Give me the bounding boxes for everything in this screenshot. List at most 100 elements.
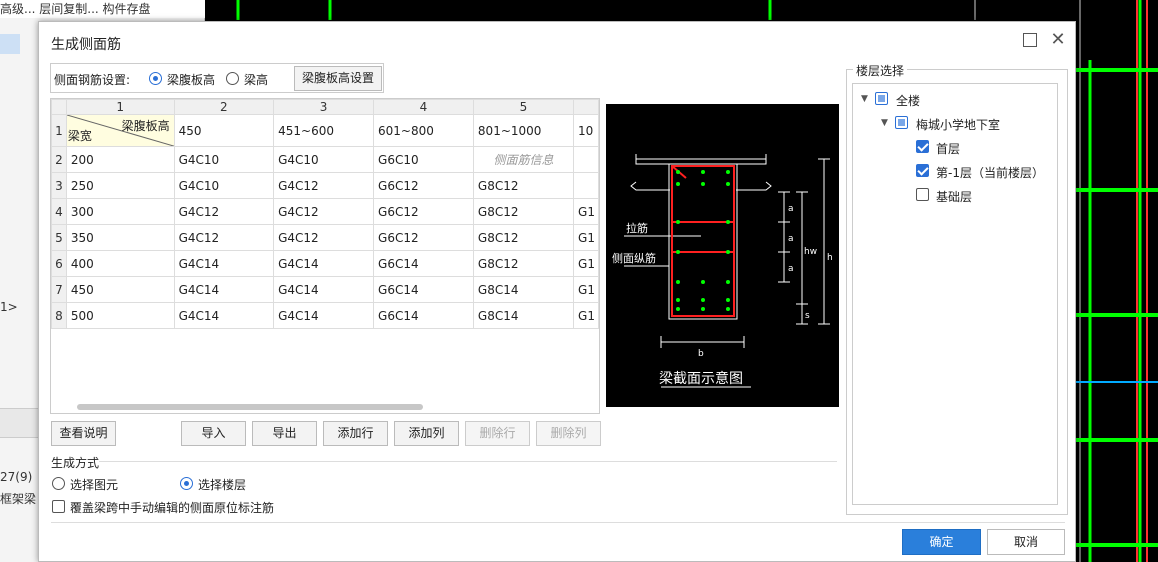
tie-bar-label: 拉筋: [626, 221, 648, 235]
table-cell[interactable]: G4C10: [173, 172, 275, 199]
table-cell[interactable]: G6C12: [373, 172, 474, 199]
table-cell[interactable]: G4C12: [273, 224, 375, 251]
delete-column-button[interactable]: 删除列: [536, 421, 601, 446]
table-cell[interactable]: 450: [173, 114, 275, 147]
table-cell[interactable]: [573, 146, 599, 173]
row-number[interactable]: 1: [51, 114, 67, 147]
maximize-icon[interactable]: [1023, 33, 1037, 47]
override-checkbox-label[interactable]: 覆盖梁跨中手动编辑的侧面原位标注筋: [70, 499, 274, 516]
table-cell[interactable]: 451~600: [273, 114, 375, 147]
tree-item-floor[interactable]: 第-1层（当前楼层）: [936, 164, 1044, 181]
collapse-arrow-icon[interactable]: ▼: [861, 94, 868, 104]
tree-item-floor[interactable]: 首层: [936, 140, 960, 157]
table-cell[interactable]: G1: [573, 224, 599, 251]
radio-web-height[interactable]: [149, 72, 162, 85]
ok-button[interactable]: 确定: [902, 529, 981, 555]
beam-width-cell[interactable]: 450: [65, 276, 175, 303]
table-cell[interactable]: G6C12: [373, 224, 474, 251]
radio-select-element[interactable]: [52, 477, 65, 490]
column-header[interactable]: 2: [173, 99, 275, 115]
checkbox-floor-1[interactable]: [916, 140, 929, 153]
beam-width-cell[interactable]: 200: [65, 146, 175, 173]
table-cell[interactable]: G6C14: [373, 302, 474, 329]
table-cell[interactable]: 601~800: [373, 114, 474, 147]
import-button[interactable]: 导入: [181, 421, 246, 446]
table-cell[interactable]: [573, 172, 599, 199]
close-icon[interactable]: ✕: [1049, 30, 1067, 50]
selected-tree-item[interactable]: [0, 34, 20, 54]
table-cell[interactable]: G4C14: [273, 302, 375, 329]
column-header[interactable]: 3: [273, 99, 375, 115]
radio-select-floor[interactable]: [180, 477, 193, 490]
row-number[interactable]: 8: [51, 302, 67, 329]
column-header[interactable]: 5: [472, 99, 575, 115]
radio-select-floor-label[interactable]: 选择楼层: [198, 476, 246, 493]
table-cell[interactable]: G4C12: [173, 224, 275, 251]
view-help-button[interactable]: 查看说明: [51, 421, 116, 446]
row-number[interactable]: 5: [51, 224, 67, 251]
table-cell[interactable]: G8C12: [472, 224, 575, 251]
table-cell[interactable]: G4C10: [273, 146, 375, 173]
table-cell[interactable]: 10: [573, 114, 599, 147]
export-button[interactable]: 导出: [252, 421, 317, 446]
beam-width-cell[interactable]: 250: [65, 172, 175, 199]
add-row-button[interactable]: 添加行: [323, 421, 388, 446]
table-cell[interactable]: G4C14: [173, 250, 275, 277]
checkbox-floor-minus1[interactable]: [916, 164, 929, 177]
table-cell[interactable]: G1: [573, 250, 599, 277]
table-cell[interactable]: G6C10: [373, 146, 474, 173]
table-cell[interactable]: G4C12: [273, 172, 375, 199]
table-cell[interactable]: G6C12: [373, 198, 474, 225]
table-cell[interactable]: 侧面筋信息: [472, 146, 575, 173]
cancel-button[interactable]: 取消: [987, 529, 1065, 555]
dim-a-2: a: [788, 234, 794, 244]
beam-width-cell[interactable]: 400: [65, 250, 175, 277]
column-header[interactable]: 4: [373, 99, 474, 115]
row-number[interactable]: 7: [51, 276, 67, 303]
horizontal-scrollbar[interactable]: [77, 404, 423, 410]
tristate-checkbox-all[interactable]: [875, 92, 888, 105]
table-cell[interactable]: G8C12: [472, 198, 575, 225]
add-column-button[interactable]: 添加列: [394, 421, 459, 446]
table-cell[interactable]: G6C14: [373, 250, 474, 277]
radio-select-element-label[interactable]: 选择图元: [70, 476, 118, 493]
beam-width-cell[interactable]: 500: [65, 302, 175, 329]
column-header[interactable]: 1: [65, 99, 175, 115]
radio-beam-height[interactable]: [226, 72, 239, 85]
column-header[interactable]: [573, 99, 599, 115]
table-cell[interactable]: G4C14: [173, 302, 275, 329]
tree-item-project[interactable]: 梅城小学地下室: [916, 116, 1000, 133]
row-number[interactable]: 3: [51, 172, 67, 199]
radio-beam-height-label[interactable]: 梁高: [244, 71, 268, 88]
table-cell[interactable]: 801~1000: [472, 114, 575, 147]
row-number[interactable]: 2: [51, 146, 67, 173]
collapse-arrow-icon[interactable]: ▼: [881, 118, 888, 128]
table-cell[interactable]: G1: [573, 302, 599, 329]
tree-item-floor[interactable]: 基础层: [936, 188, 972, 205]
table-cell[interactable]: G4C14: [273, 250, 375, 277]
tristate-checkbox-project[interactable]: [895, 116, 908, 129]
table-cell[interactable]: G1: [573, 276, 599, 303]
radio-web-height-label[interactable]: 梁腹板高: [167, 71, 215, 88]
beam-width-cell[interactable]: 350: [65, 224, 175, 251]
table-cell[interactable]: G6C14: [373, 276, 474, 303]
table-cell[interactable]: G8C12: [472, 172, 575, 199]
table-cell[interactable]: G4C12: [173, 198, 275, 225]
beam-width-cell[interactable]: 300: [65, 198, 175, 225]
row-number[interactable]: 4: [51, 198, 67, 225]
table-cell[interactable]: G4C10: [173, 146, 275, 173]
delete-row-button[interactable]: 删除行: [465, 421, 530, 446]
web-height-setup-button[interactable]: 梁腹板高设置: [294, 66, 382, 91]
table-cell[interactable]: G8C14: [472, 302, 575, 329]
diagonal-header-cell[interactable]: 梁腹板高 梁宽: [65, 114, 175, 147]
table-cell[interactable]: G8C14: [472, 276, 575, 303]
table-cell[interactable]: G1: [573, 198, 599, 225]
table-cell[interactable]: G4C14: [273, 276, 375, 303]
checkbox-foundation[interactable]: [916, 188, 929, 201]
table-cell[interactable]: G4C14: [173, 276, 275, 303]
tree-item-all-floors[interactable]: 全楼: [896, 92, 920, 109]
override-checkbox[interactable]: [52, 500, 65, 513]
table-cell[interactable]: G4C12: [273, 198, 375, 225]
table-cell[interactable]: G8C12: [472, 250, 575, 277]
row-number[interactable]: 6: [51, 250, 67, 277]
